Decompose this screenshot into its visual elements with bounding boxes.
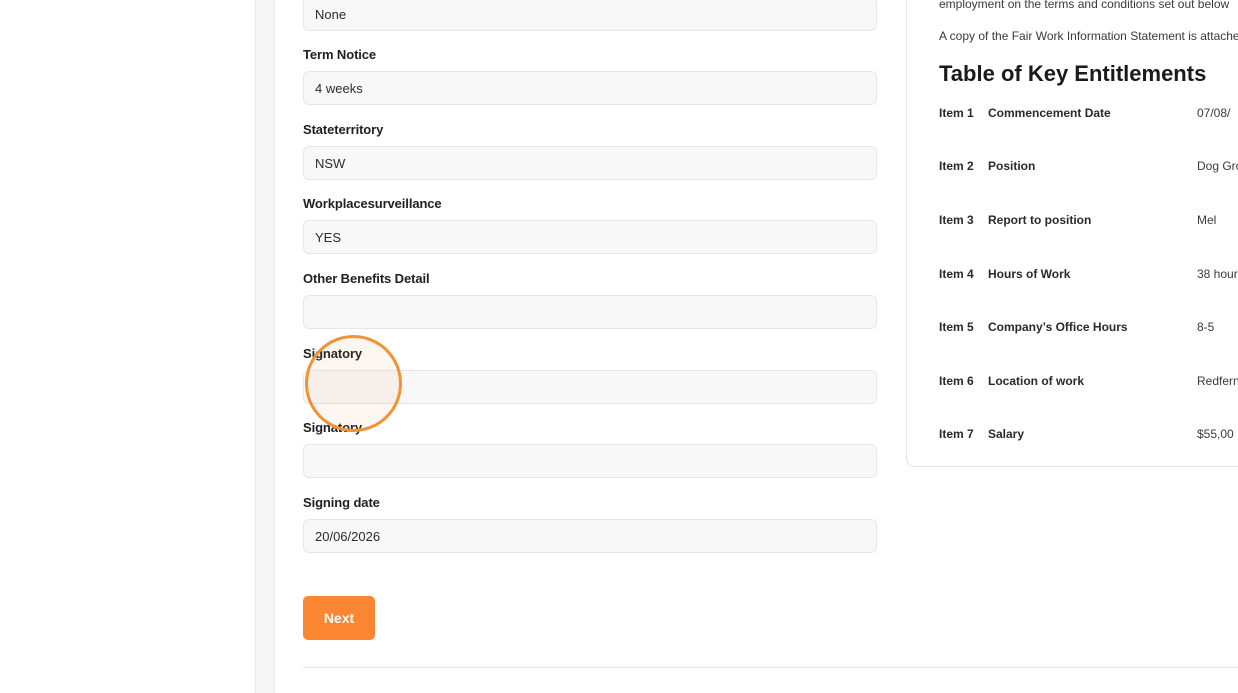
- sidebar-gutter: [255, 0, 275, 693]
- term-notice-input[interactable]: [303, 71, 877, 105]
- entitlement-item-number: Item 2: [939, 159, 974, 173]
- other-benefits-detail-label: Other Benefits Detail: [303, 271, 430, 286]
- other-benefits-detail-input[interactable]: [303, 295, 877, 329]
- entitlement-value: Redfern: [1197, 374, 1238, 388]
- entitlement-item-number: Item 3: [939, 213, 974, 227]
- entitlement-item-number: Item 6: [939, 374, 974, 388]
- previous-field-input[interactable]: [303, 0, 877, 31]
- state-territory-label: Stateterritory: [303, 122, 384, 137]
- entitlement-row: Item 6 Location of work Redfern: [939, 374, 1238, 392]
- term-notice-label: Term Notice: [303, 47, 377, 62]
- entitlement-item-number: Item 7: [939, 427, 974, 441]
- signing-date-label: Signing date: [303, 495, 380, 510]
- next-button[interactable]: Next: [303, 596, 375, 640]
- entitlement-value: 8-5: [1197, 320, 1215, 334]
- signatory-label-1: Signatory: [303, 346, 363, 361]
- entitlement-item-number: Item 1: [939, 106, 974, 120]
- entitlement-label: Commencement Date: [988, 106, 1111, 120]
- entitlement-item-number: Item 4: [939, 267, 974, 281]
- table-title: Table of Key Entitlements: [939, 61, 1207, 86]
- entitlement-value: Dog Gro: [1197, 159, 1238, 173]
- entitlement-value: $55,00: [1197, 427, 1234, 441]
- entitlement-item-number: Item 5: [939, 320, 974, 334]
- signatory-input-2[interactable]: [303, 444, 877, 478]
- signatory-input-1[interactable]: [303, 370, 877, 404]
- entitlement-label: Report to position: [988, 213, 1092, 227]
- entitlement-value: 07/08/: [1197, 106, 1231, 120]
- entitlement-row: Item 5 Company’s Office Hours 8-5: [939, 320, 1238, 338]
- entitlement-value: Mel: [1197, 213, 1217, 227]
- entitlement-row: Item 4 Hours of Work 38 hour: [939, 267, 1238, 285]
- entitlement-label: Position: [988, 159, 1036, 173]
- document-preview-card: employment on the terms and conditions s…: [906, 0, 1238, 467]
- entitlement-label: Location of work: [988, 374, 1084, 388]
- entitlement-label: Salary: [988, 427, 1025, 441]
- entitlement-label: Hours of Work: [988, 267, 1071, 281]
- entitlement-label: Company’s Office Hours: [988, 320, 1128, 334]
- signing-date-input[interactable]: [303, 519, 877, 553]
- entitlement-value: 38 hour: [1197, 267, 1238, 281]
- entitlement-row: Item 3 Report to position Mel: [939, 213, 1238, 231]
- entitlement-row: Item 2 Position Dog Gro: [939, 159, 1238, 177]
- footer-divider: [303, 667, 1238, 668]
- entitlement-row: Item 1 Commencement Date 07/08/: [939, 106, 1238, 124]
- signatory-label-2: Signatory: [303, 420, 363, 435]
- workplace-surveillance-label: Workplacesurveillance: [303, 196, 442, 211]
- workplace-surveillance-input[interactable]: [303, 220, 877, 254]
- fair-work-text: A copy of the Fair Work Information Stat…: [939, 29, 1238, 43]
- intro-text: employment on the terms and conditions s…: [939, 0, 1230, 11]
- entitlement-row: Item 7 Salary $55,00: [939, 427, 1238, 445]
- left-blank-pane: [0, 0, 256, 693]
- state-territory-input[interactable]: [303, 146, 877, 180]
